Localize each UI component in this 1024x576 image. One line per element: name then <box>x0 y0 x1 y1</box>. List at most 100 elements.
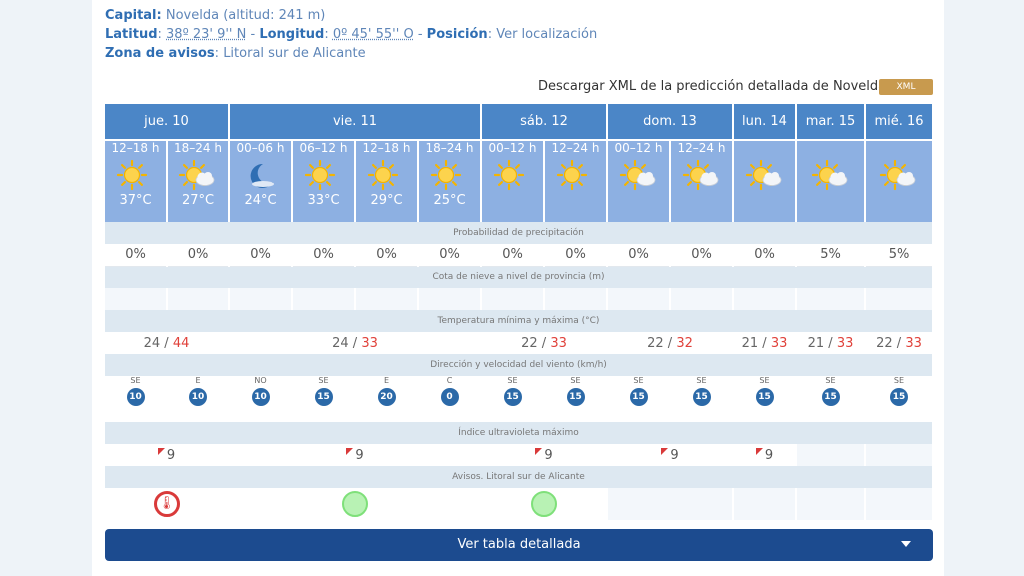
snow-value <box>355 288 419 310</box>
days-header-row: jue. 10 vie. 11 sáb. 12 dom. 13 lun. 14 … <box>105 104 934 141</box>
snow-value <box>733 288 797 310</box>
period-label: 00–12 h <box>488 141 537 155</box>
precip-value: 0% <box>607 244 671 267</box>
snow-value <box>670 288 734 310</box>
warning-zone-value: Litoral sur de Alicante <box>223 46 366 61</box>
wind-cell: E 20 <box>355 376 419 422</box>
uv-cell: 9 <box>481 444 608 466</box>
wind-direction: SE <box>570 376 581 385</box>
temp-min: 24 <box>143 335 161 351</box>
wind-speed-icon: 0 <box>440 388 459 406</box>
period-cell: 12–24 h <box>670 140 734 222</box>
wind-speed-icon: 15 <box>821 388 840 406</box>
precip-value: 0% <box>292 244 356 267</box>
avisos-day[interactable]: 🌡 <box>105 488 230 520</box>
temp-max: 44 <box>172 335 190 351</box>
precip-value: 0% <box>481 244 545 267</box>
view-location-link[interactable]: Ver localización <box>496 27 597 42</box>
wind-direction: SE <box>633 376 644 385</box>
uv-label-row: Índice ultravioleta máximo <box>105 422 934 444</box>
sun-cloud-icon <box>734 158 795 192</box>
sun-cloud-icon <box>168 158 228 192</box>
temp-min: 22 <box>647 335 664 351</box>
sun-icon <box>419 158 480 192</box>
precip-label: Probabilidad de precipitación <box>105 222 934 244</box>
period-label <box>866 141 932 155</box>
temp-min: 22 <box>521 335 538 351</box>
temp-label: Temperatura mínima y máxima (°C) <box>105 310 934 332</box>
capital-value: Novelda (altitud: 241 m) <box>165 8 326 23</box>
sun-icon <box>545 158 606 192</box>
warning-zone-label: Zona de avisos <box>105 46 215 61</box>
temp-min: 21 <box>807 335 825 351</box>
uv-cell: 9 <box>229 444 482 466</box>
wind-speed-icon: 20 <box>377 388 396 406</box>
snow-value <box>105 288 168 310</box>
temp-label-row: Temperatura mínima y máxima (°C) <box>105 310 934 332</box>
period-temperature: 29°C <box>370 193 403 208</box>
capital-label: Capital: <box>105 8 162 23</box>
day-header: vie. 11 <box>229 104 482 141</box>
wind-speed: 15 <box>506 392 519 402</box>
avisos-day[interactable] <box>481 488 608 520</box>
temp-max: 33 <box>550 335 567 351</box>
wind-cell: SE 10 <box>105 376 168 422</box>
wind-row: SE 10 E 10 NO 10 SE 15 E 20 C 0 SE 15 SE 15 SE 15 SE 15 SE 15… <box>105 376 934 422</box>
wind-speed-icon: 15 <box>629 388 648 406</box>
precip-value: 0% <box>229 244 293 267</box>
avisos-label-row: Avisos. Litoral sur de Alicante <box>105 466 934 488</box>
period-cell: 00–12 h <box>481 140 545 222</box>
avisos-label: Avisos. Litoral sur de Alicante <box>105 466 934 488</box>
sun-cloud-icon <box>608 158 669 192</box>
wind-direction: SE <box>507 376 518 385</box>
download-xml-link[interactable]: Descargar XML de la predicción detallada… <box>538 79 886 94</box>
wind-direction: SE <box>696 376 707 385</box>
wind-direction: SE <box>130 376 141 385</box>
temp-min: 22 <box>876 335 893 351</box>
snow-value <box>544 288 608 310</box>
view-detailed-table-label: Ver tabla detallada <box>457 537 581 552</box>
wind-cell: SE 15 <box>670 376 734 422</box>
wind-speed-icon: 10 <box>251 388 270 406</box>
wind-speed-icon: 15 <box>692 388 711 406</box>
snow-value <box>865 288 934 310</box>
wind-direction: SE <box>893 376 905 385</box>
wind-direction: SE <box>759 376 770 385</box>
precip-row: 0% 0% 0% 0% 0% 0% 0% 0% 0% 0% 0% 5% 5% <box>105 244 934 267</box>
wind-speed-icon: 10 <box>126 388 145 406</box>
period-cell <box>796 140 866 222</box>
temp-min-max: 22 / 33 <box>481 332 608 354</box>
view-detailed-table-button[interactable]: Ver tabla detallada <box>105 529 933 561</box>
wind-cell: SE 15 <box>481 376 545 422</box>
wind-speed: 15 <box>758 392 771 402</box>
avisos-day[interactable] <box>229 488 482 520</box>
temp-min-max: 22 / 33 <box>865 332 934 354</box>
period-temperature: 27°C <box>181 193 215 208</box>
period-cell: 12–18 h 37°C <box>105 140 168 222</box>
temp-max: 33 <box>770 335 788 351</box>
temp-max: 33 <box>361 335 378 351</box>
wind-speed-icon: 15 <box>890 388 908 406</box>
period-cell: 00–12 h <box>607 140 671 222</box>
wind-speed: 0 <box>446 392 453 402</box>
precip-label-row: Probabilidad de precipitación <box>105 222 934 244</box>
day-header: sáb. 12 <box>481 104 608 141</box>
uv-label: Índice ultravioleta máximo <box>105 422 934 444</box>
uv-cell: 9 <box>733 444 797 466</box>
uv-marker-icon <box>157 447 165 455</box>
avisos-day <box>865 488 934 520</box>
uv-value: 9 <box>764 447 774 463</box>
uv-value: 9 <box>355 447 364 463</box>
wind-speed: 15 <box>632 392 645 402</box>
precip-value: 0% <box>355 244 419 267</box>
wind-cell: SE 15 <box>292 376 356 422</box>
xml-badge[interactable]: XML <box>879 79 933 95</box>
wind-speed-icon: 15 <box>314 388 333 406</box>
period-label: 12–18 h <box>111 141 160 155</box>
snow-value <box>292 288 356 310</box>
wind-speed: 10 <box>191 392 205 402</box>
snow-value <box>796 288 866 310</box>
wind-speed-icon: 15 <box>566 388 585 406</box>
snow-value <box>167 288 230 310</box>
period-temperature: 24°C <box>244 193 277 208</box>
